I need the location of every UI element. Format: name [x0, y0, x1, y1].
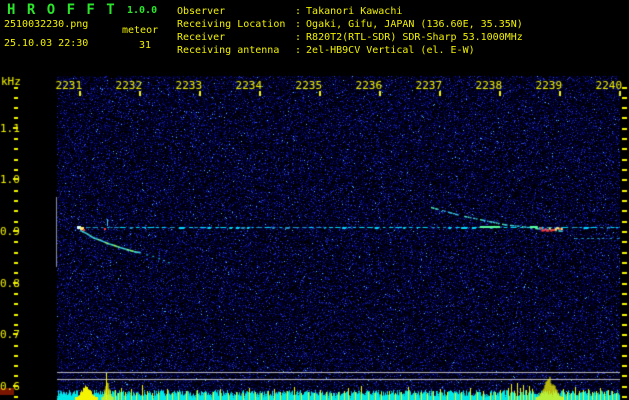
- metadata-value: Ogaki, Gifu, JAPAN (136.60E, 35.35N): [306, 19, 523, 30]
- metadata-colon: :: [295, 19, 302, 30]
- spectrogram-canvas: [0, 0, 629, 400]
- metadata-label: Receiving Location: [177, 19, 286, 30]
- metadata-value: 2el-HB9CV Vertical (el. E-W): [306, 45, 475, 56]
- metadata-label: Observer: [177, 6, 226, 17]
- echo-count: 31: [139, 40, 152, 51]
- metadata-label: Receiving antenna: [177, 45, 280, 56]
- metadata-row-antenna: Receiving antenna:2el-HB9CV Vertical (el…: [177, 44, 523, 57]
- observation-mode-label: meteor: [122, 25, 159, 36]
- metadata-colon: :: [295, 6, 302, 17]
- hrofft-output-image: H R O F F T 1.0.0 2510032230.png meteor …: [0, 0, 629, 400]
- metadata-block: Observer: Takanori Kawachi Receiving Loca…: [177, 5, 523, 57]
- metadata-row-observer: Observer: Takanori Kawachi: [177, 5, 523, 18]
- metadata-colon: :: [295, 45, 302, 56]
- capture-datetime: 25.10.03 22:30: [4, 38, 89, 49]
- metadata-colon: :: [295, 32, 302, 43]
- metadata-row-receiver: Receiver: R820T2(RTL-SDR) SDR-Sharp 53.10…: [177, 31, 523, 44]
- metadata-row-location: Receiving Location: Ogaki, Gifu, JAPAN (1…: [177, 18, 523, 31]
- capture-filename: 2510032230.png: [4, 19, 89, 30]
- app-title: H R O F F T: [7, 2, 117, 18]
- app-version: 1.0.0: [127, 5, 158, 16]
- metadata-label: Receiver: [177, 32, 226, 43]
- metadata-value: Takanori Kawachi: [306, 6, 403, 17]
- metadata-value: R820T2(RTL-SDR) SDR-Sharp 53.1000MHz: [306, 32, 523, 43]
